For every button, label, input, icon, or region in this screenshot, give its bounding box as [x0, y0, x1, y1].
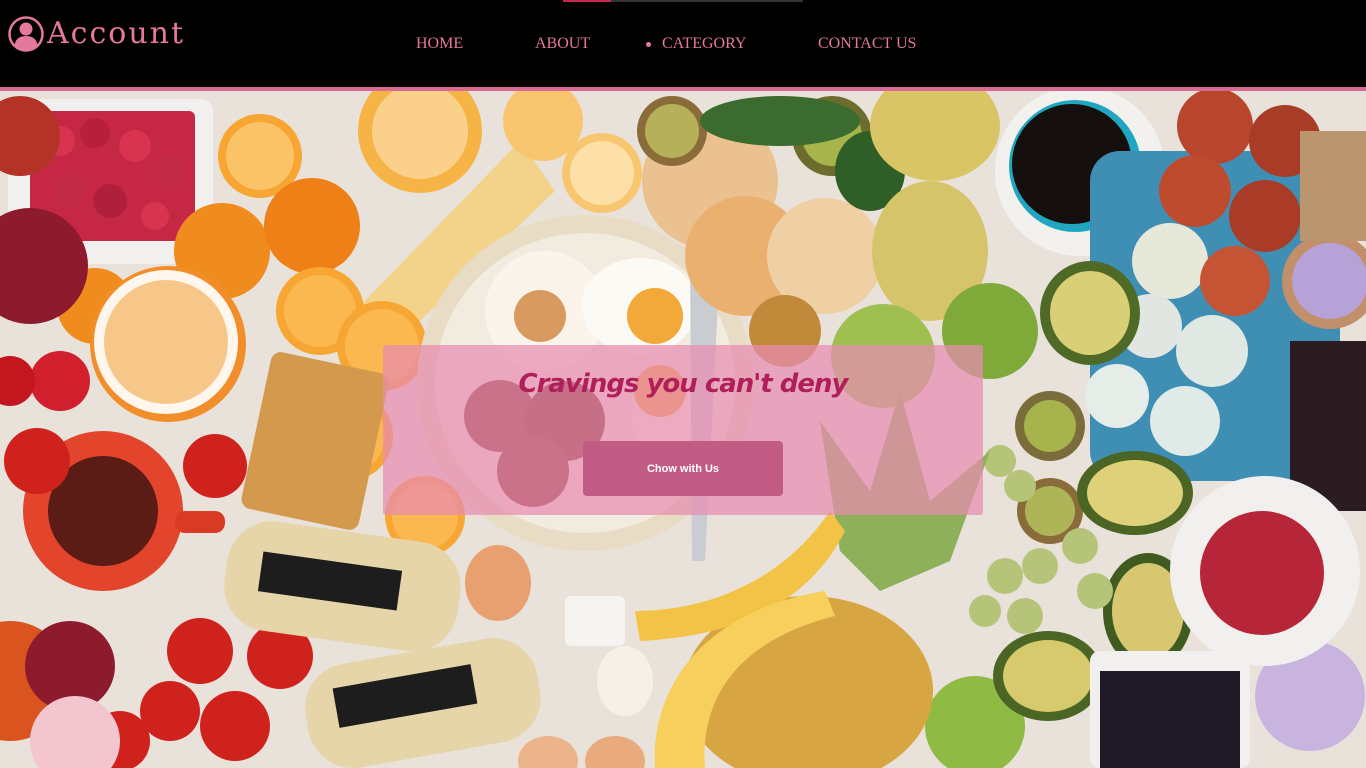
- account-link[interactable]: Account: [8, 16, 185, 52]
- user-circle-icon: [8, 16, 44, 52]
- nav-home[interactable]: HOME: [416, 34, 463, 54]
- account-label: Account: [47, 16, 186, 51]
- hero-section: Cravings you can't deny Chow with Us: [0, 91, 1366, 768]
- nav-category[interactable]: CATEGORY: [662, 34, 746, 54]
- nav-contact-us[interactable]: CONTACT US: [818, 34, 916, 54]
- bullet-icon: [646, 42, 651, 47]
- top-progress-indicator: [563, 0, 803, 2]
- chow-with-us-button[interactable]: Chow with Us: [583, 441, 783, 496]
- nav-about[interactable]: ABOUT: [535, 34, 590, 54]
- hero-tagline: Cravings you can't deny: [518, 369, 849, 399]
- hero-overlay-card: Cravings you can't deny Chow with Us: [383, 345, 983, 515]
- site-header: Account HOME ABOUT CATEGORY CONTACT US: [0, 0, 1366, 87]
- top-progress-active: [563, 0, 611, 2]
- brown-egg: [465, 545, 531, 621]
